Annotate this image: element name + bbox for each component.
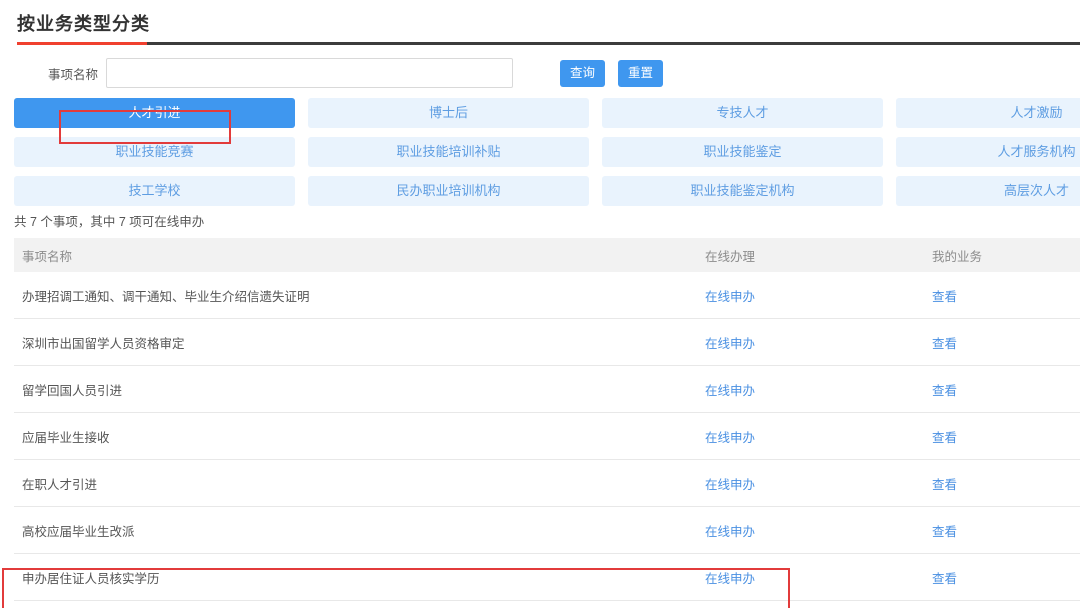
category-button[interactable]: 职业技能鉴定机构 [602, 176, 883, 206]
category-grid: 人才引进博士后专技人才人才激励职业技能竞赛职业技能培训补贴职业技能鉴定人才服务机… [14, 98, 1080, 206]
online-apply-link[interactable]: 在线申办 [705, 431, 755, 445]
business-type-page: 按业务类型分类 事项名称 查询 重置 人才引进博士后专技人才人才激励职业技能竞赛… [0, 13, 1080, 608]
reset-button[interactable]: 重置 [618, 60, 663, 87]
online-processing-cell: 在线申办 [700, 568, 930, 587]
category-button[interactable]: 民办职业培训机构 [308, 176, 589, 206]
online-processing-cell: 在线申办 [700, 474, 930, 493]
online-processing-cell: 在线申办 [700, 333, 930, 352]
table-row: 在职人才引进在线申办 查看 [14, 460, 1080, 507]
my-business-cell: 查看 [930, 568, 1080, 587]
category-grid-clip: 人才引进博士后专技人才人才激励职业技能竞赛职业技能培训补贴职业技能鉴定人才服务机… [14, 98, 1080, 206]
items-table: 事项名称 在线办理 我的业务 办理招调工通知、调干通知、毕业生介绍信遗失证明在线… [14, 238, 1080, 601]
table-body: 办理招调工通知、调干通知、毕业生介绍信遗失证明在线申办查看深圳市出国留学人员资格… [14, 272, 1080, 601]
online-apply-link[interactable]: 在线申办 [705, 337, 755, 351]
item-name: 办理招调工通知、调干通知、毕业生介绍信遗失证明 [14, 286, 700, 305]
search-bar: 事项名称 查询 重置 [0, 58, 1080, 88]
online-processing-cell: 在线申办 [700, 286, 930, 305]
category-button[interactable]: 博士后 [308, 98, 589, 128]
my-business-cell: 查看 [930, 380, 1080, 399]
col-header-my-business: 我的业务 [930, 246, 1080, 265]
online-apply-link[interactable]: 在线申办 [705, 478, 755, 492]
category-button[interactable]: 人才激励 [896, 98, 1080, 128]
item-name: 深圳市出国留学人员资格审定 [14, 333, 700, 352]
my-business-cell: 查看 [930, 333, 1080, 352]
table-header-row: 事项名称 在线办理 我的业务 [14, 238, 1080, 272]
view-link[interactable]: 查看 [932, 478, 957, 492]
online-processing-cell: 在线申办 [700, 521, 930, 540]
query-button[interactable]: 查询 [560, 60, 605, 87]
category-button[interactable]: 人才引进 [14, 98, 295, 128]
online-apply-link[interactable]: 在线申办 [705, 384, 755, 398]
category-button[interactable]: 技工学校 [14, 176, 295, 206]
view-link[interactable]: 查看 [932, 384, 957, 398]
category-button[interactable]: 专技人才 [602, 98, 883, 128]
table-row: 应届毕业生接收在线申办 查看 [14, 413, 1080, 460]
online-processing-cell: 在线申办 [700, 427, 930, 446]
item-name-label: 事项名称 [48, 64, 98, 83]
view-link[interactable]: 查看 [932, 290, 957, 304]
category-button[interactable]: 高层次人才 [896, 176, 1080, 206]
col-header-online-processing: 在线办理 [700, 246, 930, 265]
view-link[interactable]: 查看 [932, 572, 957, 586]
my-business-cell: 查看 [930, 474, 1080, 493]
my-business-cell: 查看 [930, 521, 1080, 540]
col-header-item-name: 事项名称 [14, 246, 700, 265]
title-underline-red-segment [17, 42, 147, 45]
result-count: 共 7 个事项，其中 7 项可在线申办 [14, 214, 1080, 230]
item-name: 在职人才引进 [14, 474, 700, 493]
view-link[interactable]: 查看 [932, 431, 957, 445]
category-button[interactable]: 职业技能竞赛 [14, 137, 295, 167]
category-button[interactable]: 职业技能培训补贴 [308, 137, 589, 167]
online-processing-cell: 在线申办 [700, 380, 930, 399]
table-row: 留学回国人员引进在线申办 查看 [14, 366, 1080, 413]
item-name: 应届毕业生接收 [14, 427, 700, 446]
page-title: 按业务类型分类 [17, 13, 1080, 35]
title-underline [17, 42, 1080, 45]
table-row: 高校应届毕业生改派在线申办 查看 [14, 507, 1080, 554]
online-apply-link[interactable]: 在线申办 [705, 290, 755, 304]
table-row: 申办居住证人员核实学历在线申办 查看 [14, 554, 1080, 601]
category-button[interactable]: 人才服务机构 [896, 137, 1080, 167]
category-button[interactable]: 职业技能鉴定 [602, 137, 883, 167]
table-row: 深圳市出国留学人员资格审定在线申办 查看 [14, 319, 1080, 366]
table-row: 办理招调工通知、调干通知、毕业生介绍信遗失证明在线申办 查看 [14, 272, 1080, 319]
view-link[interactable]: 查看 [932, 525, 957, 539]
item-name: 留学回国人员引进 [14, 380, 700, 399]
online-apply-link[interactable]: 在线申办 [705, 525, 755, 539]
item-name: 高校应届毕业生改派 [14, 521, 700, 540]
view-link[interactable]: 查看 [932, 337, 957, 351]
online-apply-link[interactable]: 在线申办 [705, 572, 755, 586]
my-business-cell: 查看 [930, 286, 1080, 305]
item-name: 申办居住证人员核实学历 [14, 568, 700, 587]
item-name-input[interactable] [106, 58, 513, 88]
my-business-cell: 查看 [930, 427, 1080, 446]
